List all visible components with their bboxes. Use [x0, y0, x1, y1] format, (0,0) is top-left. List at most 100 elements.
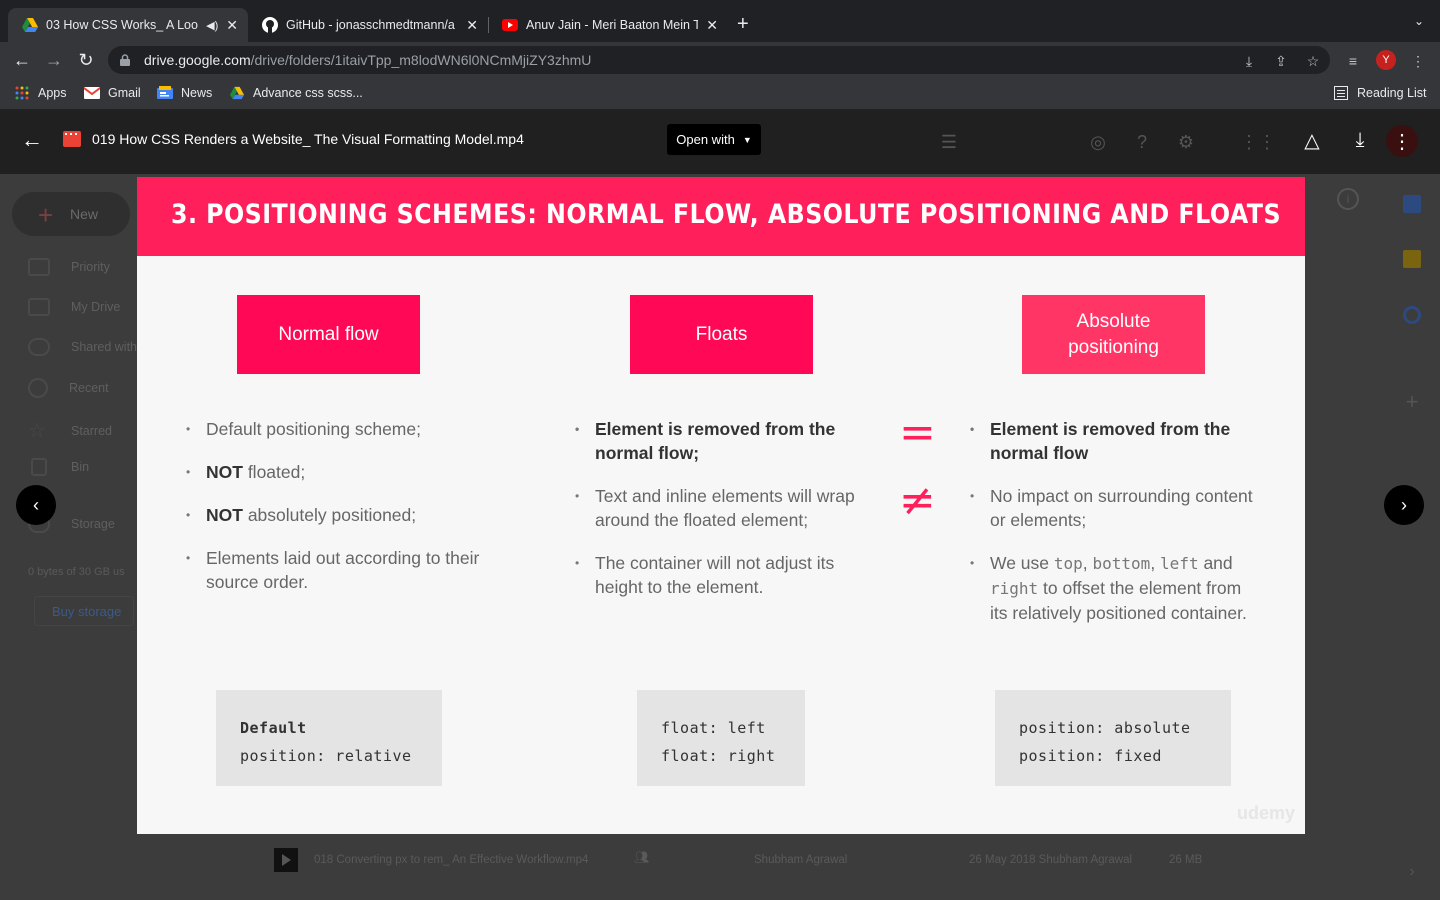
shared-icon: [28, 338, 50, 356]
bookmark-label: Gmail: [108, 86, 141, 100]
buy-storage-button: Buy storage: [34, 596, 134, 626]
google-drive-icon: [230, 86, 244, 100]
scheme-label: Floats: [695, 323, 748, 345]
code-line: position: fixed: [1019, 747, 1162, 765]
list-item: We use top, bottom, left and right to of…: [970, 551, 1260, 625]
file-size: 26 MB: [1169, 854, 1203, 866]
bookmarks-bar: Apps Gmail News Advance css scss... Read…: [0, 78, 1440, 110]
new-button: + New: [12, 192, 130, 236]
storage-usage-text: 0 bytes of 30 GB us: [28, 566, 125, 578]
slide-header: 3. POSITIONING SCHEMES: NORMAL FLOW, ABS…: [137, 177, 1305, 256]
bin-icon: [31, 458, 47, 476]
speaker-icon[interactable]: ◀︎): [206, 19, 218, 32]
bookmark-label: Advance css scss...: [253, 86, 363, 100]
floats-list: Element is removed from the normal flow;…: [575, 417, 865, 618]
tab-youtube[interactable]: Anuv Jain - Meri Baaton Mein T ✕: [488, 8, 728, 42]
slide-title: 3. POSITIONING SCHEMES: NORMAL FLOW, ABS…: [171, 199, 1282, 230]
menu-kebab-icon[interactable]: ⋮: [1409, 52, 1427, 70]
settings-gear-icon: ⚙: [1177, 131, 1195, 152]
scheme-label-line1: Absolute: [1076, 310, 1151, 332]
code-line: float: right: [661, 747, 776, 765]
not-equal-symbol: ≠: [899, 475, 936, 526]
list-item: Elements laid out according to their sou…: [186, 546, 486, 594]
github-icon: [262, 17, 278, 33]
share-icon[interactable]: ⇪: [1272, 52, 1290, 70]
back-arrow-icon[interactable]: ←: [20, 127, 44, 152]
list-item: NOT floated;: [186, 460, 486, 484]
video-file-icon: [274, 848, 298, 872]
forward-button[interactable]: →: [42, 48, 66, 72]
video-frame-slide[interactable]: 3. POSITIONING SCHEMES: NORMAL FLOW, ABS…: [137, 177, 1305, 834]
code-box-floats: float: left float: right: [637, 690, 805, 786]
previous-file-button[interactable]: ‹: [16, 485, 56, 525]
priority-icon: [28, 258, 50, 276]
list-item: NOT absolutely positioned;: [186, 503, 486, 527]
add-addon-icon: +: [1405, 389, 1419, 414]
close-icon[interactable]: ✕: [466, 17, 478, 34]
sidebar-item-bin: Bin: [28, 458, 89, 476]
media-control-icon[interactable]: ≡: [1344, 52, 1362, 70]
bookmark-star-icon[interactable]: ☆: [1304, 52, 1322, 70]
list-item: Text and inline elements will wrap aroun…: [575, 484, 865, 532]
filter-icon: ☰: [940, 131, 958, 152]
bookmark-advance-css[interactable]: Advance css scss...: [229, 86, 363, 100]
download-icon[interactable]: ⤓: [1348, 128, 1372, 152]
add-to-drive-icon[interactable]: △: [1300, 128, 1324, 152]
bullet-text: Element is removed from the normal flow: [990, 419, 1231, 463]
new-label: New: [70, 206, 99, 222]
browser-tab-bar: 03 How CSS Works_ A Loo ◀︎) ✕ GitHub - j…: [0, 0, 1440, 42]
help-icon: ?: [1136, 131, 1147, 152]
my-drive-icon: [28, 298, 50, 316]
bullet-text: Elements laid out according to their sou…: [206, 548, 480, 592]
code-line: Default: [240, 719, 307, 737]
bullet-text: absolutely positioned;: [242, 505, 417, 525]
sidebar-item-recent: Recent: [28, 378, 109, 398]
keep-addon-icon: [1403, 250, 1421, 268]
file-row: 018 Converting px to rem_ An Effective W…: [274, 848, 1234, 872]
close-icon[interactable]: ✕: [226, 17, 238, 34]
address-bar[interactable]: drive.google.com/drive/folders/1itaivTpp…: [108, 46, 1330, 74]
back-button[interactable]: ←: [10, 48, 34, 72]
code-keyword: left: [1160, 554, 1199, 573]
file-modified: 26 May 2018 Shubham Agrawal: [969, 854, 1133, 866]
sidebar-item-my-drive: My Drive: [28, 298, 120, 316]
more-options-button[interactable]: ⋮: [1386, 125, 1418, 157]
bullet-bold: NOT: [206, 505, 243, 525]
code-keyword: bottom: [1092, 554, 1151, 573]
bookmark-label: Apps: [38, 86, 67, 100]
open-with-button[interactable]: Open with ▼: [667, 124, 761, 155]
bookmark-gmail[interactable]: Gmail: [84, 86, 141, 100]
code-box-normal-flow: Default position: relative: [216, 690, 442, 786]
bullet-bold: NOT: [206, 462, 243, 482]
sidebar-item-starred: ☆ Starred: [28, 418, 112, 443]
list-item: The container will not adjust its height…: [575, 551, 865, 599]
apps-grid-icon: ⋮⋮: [1240, 131, 1276, 152]
gmail-icon: [84, 87, 100, 99]
apps-grid-icon: [15, 86, 29, 100]
bookmark-label: Reading List: [1357, 86, 1427, 100]
sidebar-label: Storage: [71, 517, 115, 531]
sidebar-label: Recent: [69, 381, 109, 395]
tab-search-chevron-icon[interactable]: ⌄: [1414, 14, 1424, 28]
new-tab-button[interactable]: +: [737, 14, 749, 34]
tab-github[interactable]: GitHub - jonasschmedtmann/a ✕: [248, 8, 488, 42]
sidebar-item-priority: Priority: [28, 258, 110, 276]
bookmark-news[interactable]: News: [157, 86, 212, 100]
list-item: No impact on surrounding content or elem…: [970, 484, 1260, 532]
sidebar-label: Shared with: [71, 340, 138, 354]
list-item: Element is removed from the normal flow: [970, 417, 1260, 465]
lock-icon: [120, 54, 130, 66]
bullet-text: We use: [990, 553, 1054, 573]
caret-down-icon: ▼: [742, 134, 752, 145]
reload-button[interactable]: ↻: [74, 48, 98, 72]
file-owner: Shubham Agrawal: [754, 854, 848, 866]
bookmark-apps[interactable]: Apps: [14, 86, 67, 100]
close-icon[interactable]: ✕: [706, 17, 718, 34]
install-icon[interactable]: ⤓: [1240, 52, 1258, 70]
next-file-button[interactable]: ›: [1384, 485, 1424, 525]
tab-title: 03 How CSS Works_ A Loo: [46, 18, 198, 32]
reading-list-button[interactable]: Reading List: [1333, 86, 1427, 100]
profile-avatar[interactable]: Y: [1376, 50, 1396, 70]
sidebar-label: Starred: [71, 423, 112, 438]
tab-drive[interactable]: 03 How CSS Works_ A Loo ◀︎) ✕: [8, 8, 248, 42]
